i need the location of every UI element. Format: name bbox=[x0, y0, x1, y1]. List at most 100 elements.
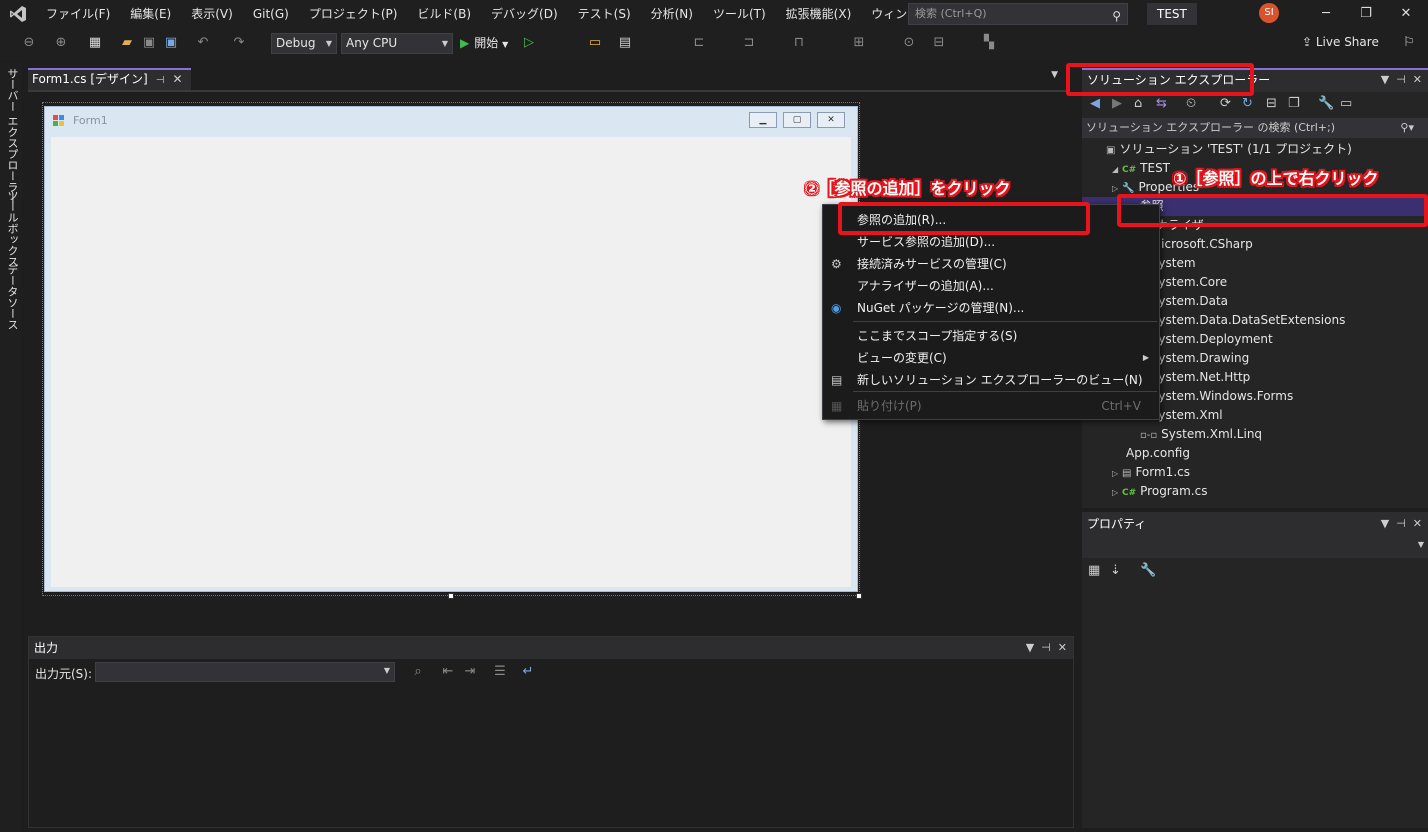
menu-item[interactable]: Git(G) bbox=[243, 0, 299, 28]
tree-item[interactable]: App.config bbox=[1082, 444, 1428, 463]
tree-item-label: System.Deployment bbox=[1150, 332, 1273, 346]
refresh-icon[interactable]: ↻ bbox=[1242, 96, 1253, 111]
object-select[interactable]: ▼ bbox=[1082, 536, 1428, 558]
categorized-icon[interactable]: ▦ bbox=[1088, 563, 1100, 578]
layout-icon[interactable]: ▤ bbox=[616, 34, 634, 52]
align-top-icon[interactable]: ⊓ bbox=[790, 34, 808, 52]
size-icon[interactable]: ⊞ bbox=[850, 34, 868, 52]
live-share-button[interactable]: ⇪ Live Share bbox=[1302, 35, 1379, 49]
forward-icon[interactable]: ⊕ bbox=[52, 34, 70, 52]
restore-icon[interactable]: ❐ bbox=[1346, 0, 1386, 28]
sync-icon[interactable]: ⟳ bbox=[1220, 96, 1231, 111]
back-icon[interactable]: ⊖ bbox=[20, 34, 38, 52]
pin-icon[interactable]: ⊣ bbox=[1396, 73, 1406, 86]
save-all-icon[interactable]: ▣ bbox=[162, 34, 180, 52]
tree-item-label: Form1.cs bbox=[1135, 465, 1190, 479]
platform-select[interactable]: Any CPU ▼ bbox=[341, 33, 453, 54]
redo-icon[interactable]: ↷ bbox=[230, 34, 248, 52]
output-source-select[interactable]: ▼ bbox=[95, 662, 395, 682]
context-menu-item[interactable]: アナライザーの追加(A)... bbox=[823, 275, 1159, 297]
tab-server-explorer[interactable]: サーバー エクスプローラー bbox=[4, 68, 20, 204]
resize-handle-bottom[interactable] bbox=[448, 593, 454, 599]
back-icon[interactable]: ◀ bbox=[1090, 96, 1100, 111]
collapse-all-icon[interactable]: ⊟ bbox=[1266, 96, 1277, 111]
expand-arrow-icon[interactable]: ◢ bbox=[1112, 160, 1122, 179]
configuration-select[interactable]: Debug ▼ bbox=[271, 33, 337, 54]
chevron-down-icon[interactable]: ▼ bbox=[1381, 73, 1389, 86]
tree-item[interactable]: ▫-▫ System.Xml.Linq bbox=[1082, 425, 1428, 444]
context-menu-item[interactable]: ▦ 貼り付け(P) Ctrl+V bbox=[823, 395, 1159, 417]
preview-icon[interactable]: ▭ bbox=[1340, 96, 1352, 111]
context-menu-item[interactable]: ビューの変更(C) ▶ bbox=[823, 347, 1159, 369]
start-debug-button[interactable]: ▶ 開始 ▼ bbox=[460, 33, 508, 54]
feedback-icon[interactable]: ⚐ bbox=[1400, 34, 1418, 52]
expand-arrow-icon[interactable]: ▷ bbox=[1112, 483, 1122, 502]
close-icon[interactable]: ✕ bbox=[1058, 641, 1067, 654]
switch-views-icon[interactable]: ⇆ bbox=[1156, 96, 1167, 111]
minimize-icon[interactable]: ─ bbox=[1306, 0, 1346, 28]
find-icon[interactable]: ⌕ bbox=[409, 663, 427, 681]
menu-item[interactable]: ビルド(B) bbox=[407, 0, 481, 28]
menu-item[interactable]: 表示(V) bbox=[181, 0, 243, 28]
context-menu-item[interactable]: ここまでスコープ指定する(S) bbox=[823, 325, 1159, 347]
tab-form1-design[interactable]: Form1.cs [デザイン] ⊣ ✕ bbox=[28, 68, 191, 90]
show-all-files-icon[interactable]: ❐ bbox=[1288, 96, 1300, 111]
chevron-down-icon[interactable]: ▼ bbox=[1026, 641, 1034, 654]
new-project-icon[interactable]: ▦ bbox=[86, 34, 104, 52]
align-left-icon[interactable]: ⊏ bbox=[690, 34, 708, 52]
properties-icon[interactable]: 🔧 bbox=[1318, 96, 1334, 111]
tree-item[interactable]: ▷ C# Program.cs bbox=[1082, 482, 1428, 501]
close-icon[interactable]: ✕ bbox=[172, 72, 182, 86]
save-icon[interactable]: ▣ bbox=[140, 34, 158, 52]
next-message-icon[interactable]: ⇥ bbox=[461, 663, 479, 681]
tab-toolbox[interactable]: ツールボックス bbox=[4, 190, 20, 267]
property-pages-icon[interactable]: 🔧 bbox=[1140, 563, 1156, 578]
home-icon[interactable]: ⌂ bbox=[1134, 96, 1142, 111]
context-menu-item[interactable]: ◉ NuGet パッケージの管理(N)... bbox=[823, 297, 1159, 319]
zoom-icon[interactable]: ⊙ bbox=[900, 34, 918, 52]
close-icon[interactable]: ✕ bbox=[1413, 73, 1422, 86]
panel-controls: ▼ ⊣ ✕ bbox=[1381, 70, 1422, 90]
close-window-icon[interactable]: ✕ bbox=[1386, 0, 1426, 28]
chevron-down-icon[interactable]: ▼ bbox=[1051, 70, 1058, 80]
form-preview-window[interactable]: Form1 ▁ ▢ ✕ bbox=[44, 106, 858, 592]
menu-separator bbox=[853, 321, 1157, 322]
forward-icon[interactable]: ▶ bbox=[1112, 96, 1122, 111]
tab-data-sources[interactable]: データソース bbox=[4, 264, 20, 330]
menu-item[interactable]: テスト(S) bbox=[568, 0, 641, 28]
menu-item[interactable]: デバッグ(D) bbox=[481, 0, 568, 28]
menu-item[interactable]: 分析(N) bbox=[641, 0, 703, 28]
pin-icon[interactable]: ⊣ bbox=[1396, 517, 1406, 530]
undo-icon[interactable]: ↶ bbox=[194, 34, 212, 52]
context-menu-item[interactable]: ⚙ 接続済みサービスの管理(C) bbox=[823, 253, 1159, 275]
folder-icon[interactable]: ▭ bbox=[586, 34, 604, 52]
resize-handle-corner[interactable] bbox=[856, 593, 862, 599]
pin-icon[interactable]: ⊣ bbox=[156, 75, 165, 86]
order-icon[interactable]: ▚ bbox=[980, 34, 998, 52]
menu-item[interactable]: 拡張機能(X) bbox=[776, 0, 862, 28]
menu-item[interactable]: ファイル(F) bbox=[36, 0, 120, 28]
pin-icon[interactable]: ⊣ bbox=[1041, 641, 1051, 654]
context-menu-item[interactable]: ▤ 新しいソリューション エクスプローラーのビュー(N) bbox=[823, 369, 1159, 391]
pending-changes-icon[interactable]: ⏲ bbox=[1186, 96, 1196, 111]
clear-all-icon[interactable]: ☰ bbox=[491, 663, 509, 681]
search-input[interactable]: 検索 (Ctrl+Q) ⚲ bbox=[908, 3, 1128, 25]
close-icon[interactable]: ✕ bbox=[1413, 517, 1422, 530]
solution-search-input[interactable]: ソリューション エクスプローラー の検索 (Ctrl+;) ⚲▾ bbox=[1082, 118, 1428, 138]
menu-item[interactable]: ツール(T) bbox=[703, 0, 776, 28]
menu-item[interactable]: プロジェクト(P) bbox=[299, 0, 408, 28]
tree-item[interactable]: ▣ ソリューション 'TEST' (1/1 プロジェクト) bbox=[1082, 140, 1428, 159]
menu-item[interactable]: 編集(E) bbox=[120, 0, 181, 28]
open-icon[interactable]: ▰ bbox=[118, 34, 136, 52]
expand-arrow-icon[interactable]: ▷ bbox=[1112, 464, 1122, 483]
chevron-down-icon[interactable]: ▼ bbox=[1381, 517, 1389, 530]
alphabetical-icon[interactable]: ⇣ bbox=[1110, 563, 1121, 578]
tree-item[interactable]: ▷ ▤ Form1.cs bbox=[1082, 463, 1428, 482]
avatar[interactable]: SI bbox=[1259, 3, 1279, 23]
start-without-debug-icon[interactable]: ▷ bbox=[520, 34, 538, 52]
align-center-icon[interactable]: ⊐ bbox=[740, 34, 758, 52]
spacing-icon[interactable]: ⊟ bbox=[930, 34, 948, 52]
word-wrap-icon[interactable]: ↵ bbox=[519, 663, 537, 681]
prev-message-icon[interactable]: ⇤ bbox=[439, 663, 457, 681]
standard-toolbar: ⊖ ⊕ ▦ ▰ ▣ ▣ ↶ ↷ Debug ▼ Any CPU ▼ ▶ 開始 ▼ ▷ … bbox=[0, 28, 1428, 60]
